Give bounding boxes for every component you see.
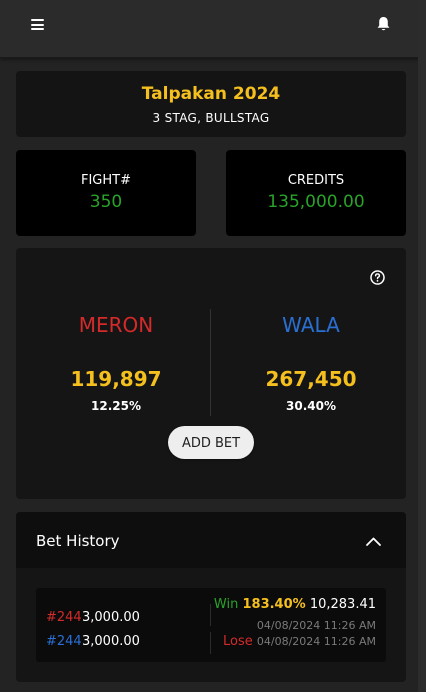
wala-total: 267,450	[265, 367, 357, 391]
credits-card: CREDITS 135,000.00	[226, 150, 406, 236]
payout-percent: 183.40%	[242, 597, 306, 612]
bet-amount: 3,000.00	[82, 634, 140, 649]
payout-amount: 10,283.41	[309, 597, 376, 612]
bet-amount: 3,000.00	[82, 610, 140, 625]
credits-label: CREDITS	[287, 173, 345, 188]
fight-id: #244	[46, 634, 82, 649]
credits-value: 135,000.00	[267, 192, 365, 212]
fight-number-label: FIGHT#	[81, 173, 131, 188]
bet-history-card: Bet History #244 3,000.00 Win 183.40% 10…	[16, 512, 406, 682]
meron-label: MERON	[78, 313, 154, 337]
bet-result: Lose 04/08/2024 11:26 AM	[223, 634, 376, 649]
bet-history-title: Bet History	[36, 532, 120, 550]
result-status: Win	[213, 597, 239, 612]
scroll-edge	[418, 0, 426, 692]
fight-number-value: 350	[89, 192, 123, 212]
bell-icon[interactable]	[376, 16, 391, 32]
bet-result: Win 183.40% 10,283.41	[214, 597, 376, 612]
fight-number-card: FIGHT# 350	[16, 150, 196, 236]
bet-history-list: #244 3,000.00 Win 183.40% 10,283.41 04/0…	[36, 588, 386, 662]
row-divider	[210, 632, 211, 654]
bet-timestamp: 04/08/2024 11:26 AM	[256, 635, 376, 648]
event-title: Talpakan 2024	[141, 84, 281, 104]
bet-history-header[interactable]: Bet History	[16, 512, 406, 568]
meron-total: 119,897	[70, 367, 162, 391]
meron-percent: 12.25%	[91, 399, 141, 413]
event-subtitle: 3 STAG, BULLSTAG	[152, 111, 270, 125]
betting-card: MERON WALA 119,897 267,450 12.25% 30.40%…	[16, 248, 406, 499]
row-divider	[210, 604, 211, 626]
wala-percent: 30.40%	[286, 399, 336, 413]
result-status: Lose	[223, 634, 253, 649]
add-bet-button[interactable]: ADD BET	[168, 426, 254, 459]
bet-history-row: #244 3,000.00 Win 183.40% 10,283.41 04/0…	[36, 595, 386, 632]
wala-label: WALA	[282, 313, 340, 337]
top-app-bar	[0, 0, 426, 58]
hamburger-menu-icon[interactable]	[31, 19, 44, 30]
sides-divider	[210, 309, 211, 416]
question-circle-icon[interactable]	[370, 270, 385, 285]
bet-history-row: #244 3,000.00 Lose 04/08/2024 11:26 AM	[36, 630, 386, 660]
event-card: Talpakan 2024 3 STAG, BULLSTAG	[16, 71, 406, 137]
chevron-up-icon[interactable]	[365, 532, 382, 546]
fight-id: #244	[46, 610, 82, 625]
